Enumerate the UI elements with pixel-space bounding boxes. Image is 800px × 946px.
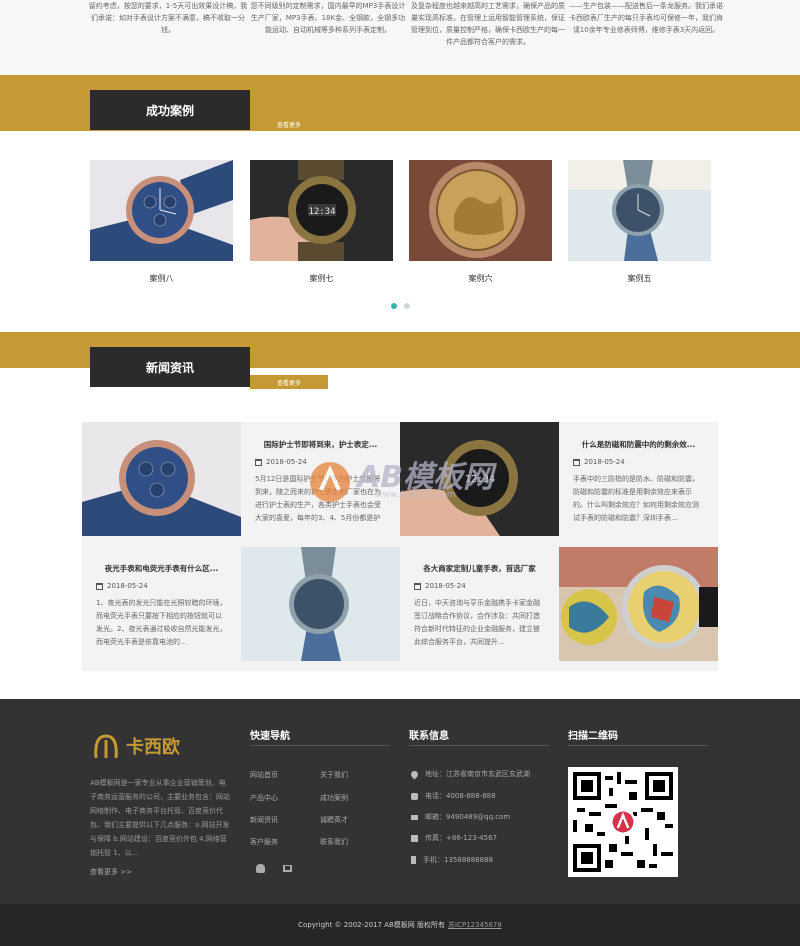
copyright-text: Copyright © 2002-2017 AB模板网 版权所有	[298, 921, 446, 929]
calendar-icon	[414, 582, 421, 590]
news-date: 2018-05-24	[425, 582, 466, 590]
divider	[568, 745, 708, 746]
news-more-link[interactable]: 查看更多	[250, 375, 328, 389]
news-date-row: 2018-05-24	[414, 582, 545, 590]
qr-code	[568, 767, 678, 877]
nav-link-about[interactable]: 关于我们	[320, 770, 348, 780]
case-card[interactable]: 12:34 案例七	[250, 160, 393, 284]
news-date: 2018-05-24	[266, 458, 307, 466]
nav-link-jobs[interactable]: 诚聘英才	[320, 815, 348, 825]
contact-mobile: 手机：13588888888	[411, 855, 493, 865]
case-card[interactable]: 案例八	[90, 160, 233, 284]
intro-text-3: 及复杂程度也越来越高的工艺需求，确保产品的质量实现高标准。在管理上运用智能管理系…	[411, 2, 565, 46]
news-image-digital-watch[interactable]: 12:34	[400, 422, 559, 536]
news-date: 2018-05-24	[107, 582, 148, 590]
engraved-gold-watch-image[interactable]	[409, 160, 552, 261]
news-image-painted-watch[interactable]	[559, 547, 718, 661]
nav-link-cases[interactable]: 成功案例	[320, 793, 348, 803]
news-item[interactable]: 夜光手表和电荧光手表有什么区... 2018-05-24 1、夜光表的发光只能在…	[82, 563, 241, 649]
news-item[interactable]: 各大商家定制儿童手表，首选厂家 2018-05-24 近日，中天咨询与亨乐金融携…	[400, 563, 559, 649]
nav-link-service[interactable]: 客户服务	[250, 837, 278, 847]
news-summary: 1、夜光表的发光只能在光照较暗的环境，而电荧光手表只要按下相应的按钮就可以发光。…	[96, 599, 227, 646]
news-item[interactable]: 国际护士节即将到来，护士表定... 2018-05-24 5月12日是国际护士节…	[241, 439, 400, 525]
contact-fax: 传真：+86-123-4567	[411, 833, 497, 843]
nav-link-home[interactable]: 网站首页	[250, 770, 278, 780]
news-image-blue-watch[interactable]	[241, 547, 400, 661]
news-summary: 手表中的三防指的是防水、防磁和防震，防磁和防震的标准是用剩余效应来表示的。什么叫…	[573, 475, 699, 522]
about-more-link[interactable]: 查看更多 >>	[90, 867, 132, 877]
contact-title: 联系信息	[409, 731, 449, 742]
carousel-dot-active[interactable]	[391, 303, 397, 309]
calendar-icon	[573, 458, 580, 466]
news-date-row: 2018-05-24	[255, 458, 386, 466]
news-image-chronograph[interactable]	[82, 422, 241, 536]
rose-gold-chronograph-watch-image[interactable]	[90, 160, 233, 261]
news-item[interactable]: 什么是防磁和防震中的的剩余效... 2018-05-24 手表中的三防指的是防水…	[559, 439, 718, 525]
intro-text-2: 您不同级别的定制需求，国内最早的MP3手表设计生产厂家，MP3手表、18K金、全…	[250, 2, 406, 34]
news-title[interactable]: 国际护士节即将到来，护士表定...	[255, 439, 386, 450]
cases-more-link[interactable]: 查看更多	[250, 117, 328, 131]
news-date-row: 2018-05-24	[573, 458, 704, 466]
calendar-icon	[255, 458, 262, 466]
mail-icon	[411, 814, 418, 820]
news-title[interactable]: 什么是防磁和防震中的的剩余效...	[573, 439, 704, 450]
news-summary: 近日，中天咨询与亨乐金融携手卡家金融签订战略合作协议，合作涉及：共同打造符合新时…	[414, 599, 540, 646]
brand-name: 卡西欧	[126, 737, 180, 758]
contact-email[interactable]: 邮箱：9490489@qq.com	[411, 812, 510, 822]
case-card[interactable]: 案例五	[568, 160, 711, 284]
nav-link-contact[interactable]: 联系我们	[320, 837, 348, 847]
news-section-title: 新闻资讯	[90, 347, 250, 387]
icp-link[interactable]: 苏ICP12345678	[448, 920, 502, 930]
news-date: 2018-05-24	[584, 458, 625, 466]
calendar-icon	[96, 582, 103, 590]
mobile-icon	[411, 856, 416, 864]
carousel-dot[interactable]	[404, 303, 410, 309]
case-caption[interactable]: 案例五	[568, 273, 711, 284]
qr-title: 扫描二维码	[568, 731, 618, 742]
nav-link-news[interactable]: 新闻资讯	[250, 815, 278, 825]
svg-text:12:34: 12:34	[308, 207, 335, 217]
case-caption[interactable]: 案例七	[250, 273, 393, 284]
fax-icon	[411, 834, 418, 842]
case-caption[interactable]: 案例八	[90, 273, 233, 284]
cart-icon[interactable]	[283, 865, 292, 872]
contact-phone: 电话：4008-888-888	[411, 791, 496, 801]
qq-icon[interactable]	[256, 864, 265, 873]
qr-code-icon	[573, 772, 673, 872]
news-summary: 5月12日是国际护士节，作为护士节即将到来，随之而来的护士表定制厂家也在为进行护…	[255, 475, 381, 522]
intro-text-4: ——生产包装——配送售后一条龙服务。我们承诺卡西欧表厂生产的每只手表均可保修一年…	[569, 2, 723, 34]
quick-nav-title: 快速导航	[250, 731, 290, 742]
svg-text:12:34: 12:34	[465, 474, 495, 485]
news-title[interactable]: 各大商家定制儿童手表，首选厂家	[414, 563, 545, 574]
news-date-row: 2018-05-24	[96, 582, 227, 590]
news-title[interactable]: 夜光手表和电荧光手表有什么区...	[96, 563, 227, 574]
case-caption[interactable]: 案例六	[409, 273, 552, 284]
brand-logo-icon	[94, 734, 118, 759]
top-intro-strip: 留约考虑，按您的要求，1-5天可出效果设计稿，我们承诺：如对手表设计方案不满意，…	[0, 0, 800, 75]
nav-link-products[interactable]: 产品中心	[250, 793, 278, 803]
copyright-bar: Copyright © 2002-2017 AB模板网 版权所有 苏ICP123…	[0, 904, 800, 946]
footer-about-text: AB模板网是一家专业从事企业营销策划、电子商务运营服务的公司，主要业务包含：网站…	[90, 779, 230, 857]
contact-address: 地址：江苏省南京市玄武区玄武湖	[409, 769, 530, 779]
blue-strap-watch-image[interactable]	[568, 160, 711, 261]
news-grid: 国际护士节即将到来，护士表定... 2018-05-24 5月12日是国际护士节…	[82, 422, 718, 671]
phone-icon	[411, 792, 418, 800]
divider	[250, 745, 390, 746]
digital-sport-watch-image[interactable]: 12:34	[250, 160, 393, 261]
divider	[409, 745, 549, 746]
cases-section-title: 成功案例	[90, 90, 250, 130]
case-card[interactable]: 案例六	[409, 160, 552, 284]
map-marker-icon	[409, 769, 420, 779]
footer-logo[interactable]: 卡西欧	[90, 730, 180, 762]
intro-text-1: 留约考虑，按您的要求，1-5天可出效果设计稿，我们承诺：如对手表设计方案不满意，…	[88, 2, 248, 34]
